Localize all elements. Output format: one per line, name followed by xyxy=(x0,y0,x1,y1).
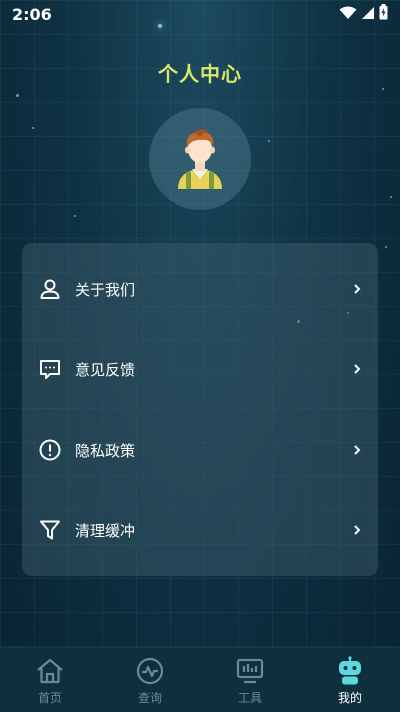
menu-item-privacy-policy[interactable]: 隐私政策 xyxy=(22,420,378,480)
person-icon xyxy=(37,276,63,302)
nav-item-query[interactable]: 查询 xyxy=(100,648,200,712)
menu-item-label: 清理缓冲 xyxy=(75,521,136,540)
nav-label: 工具 xyxy=(237,690,262,705)
page-title: 个人中心 xyxy=(158,62,242,86)
menu-item-label: 意见反馈 xyxy=(75,360,136,379)
menu-item-clear-cache[interactable]: 清理缓冲 xyxy=(22,500,378,560)
chevron-right-icon xyxy=(353,339,361,399)
chevron-right-icon xyxy=(353,420,361,480)
pulse-icon xyxy=(134,655,166,687)
menu-item-label: 关于我们 xyxy=(75,280,136,299)
home-icon xyxy=(34,655,66,687)
feedback-icon xyxy=(37,356,63,382)
menu-item-about-us[interactable]: 关于我们 xyxy=(22,259,378,319)
menu-card: 关于我们 意见反馈 隐私政策 清理缓冲 xyxy=(22,243,378,576)
wifi-icon xyxy=(339,5,357,24)
nav-item-tools[interactable]: 工具 xyxy=(200,648,300,712)
status-icons xyxy=(339,4,388,24)
filter-icon xyxy=(37,517,63,543)
menu-item-label: 隐私政策 xyxy=(75,441,136,460)
nav-item-mine[interactable]: 我的 xyxy=(300,648,400,712)
bottom-nav: 首页 查询 工具 我的 xyxy=(0,647,400,712)
status-time: 2:06 xyxy=(12,4,52,24)
chevron-right-icon xyxy=(353,259,361,319)
avatar[interactable] xyxy=(149,108,251,210)
nav-label: 首页 xyxy=(37,690,62,705)
nav-label: 查询 xyxy=(137,690,162,705)
nav-label: 我的 xyxy=(337,690,362,705)
menu-item-feedback[interactable]: 意见反馈 xyxy=(22,339,378,399)
nav-item-home[interactable]: 首页 xyxy=(0,648,100,712)
chevron-right-icon xyxy=(353,500,361,560)
monitor-icon xyxy=(234,655,266,687)
battery-charging-icon xyxy=(379,4,388,24)
robot-icon xyxy=(334,655,366,687)
status-bar: 2:06 xyxy=(0,0,400,28)
user-avatar-icon xyxy=(172,125,228,193)
signal-icon xyxy=(361,5,375,24)
alert-circle-icon xyxy=(37,437,63,463)
